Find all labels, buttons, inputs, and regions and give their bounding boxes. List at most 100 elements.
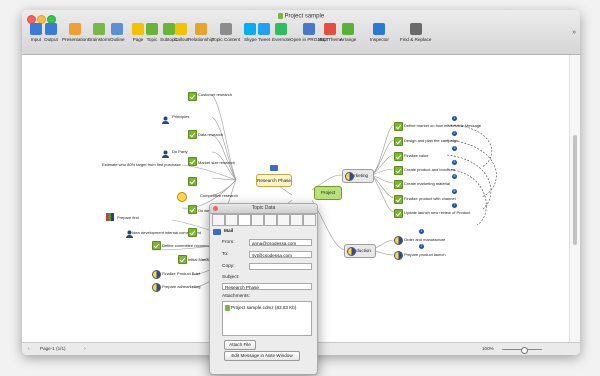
- from-field[interactable]: anna@csodessa.com: [249, 239, 312, 246]
- attachment-item[interactable]: Project sample.cdmz (83.83 Kb): [231, 305, 296, 310]
- priority-badge: 2: [452, 131, 457, 136]
- toolbar-topic-content-button[interactable]: Topic Content: [212, 23, 240, 42]
- toolbar-evernote-button[interactable]: Evernote: [272, 23, 290, 42]
- edit-message-button[interactable]: Edit Message in Note Window: [224, 351, 300, 361]
- chevron-right-icon[interactable]: ›: [84, 346, 86, 352]
- panel-titlebar: Topic Data: [210, 204, 317, 214]
- tab-hyperlink[interactable]: [251, 214, 264, 226]
- checkbox-icon[interactable]: [152, 241, 161, 250]
- toolbar-label: Relationship: [188, 37, 214, 42]
- tab-custom[interactable]: [290, 214, 303, 226]
- subtopic-research-3[interactable]: Do Party: [172, 149, 188, 154]
- toolbar-label: Find & Replace: [400, 37, 432, 42]
- to-field[interactable]: svt@csodessa.com: [249, 251, 312, 258]
- subtopic-production-0[interactable]: Order and manufacture: [404, 237, 445, 242]
- priority-badge: 5: [452, 174, 457, 179]
- double-chevron-right-icon[interactable]: »: [572, 29, 576, 36]
- subtopic-research-5[interactable]: Estimate who 80% target from first purch…: [102, 162, 181, 167]
- subtopic-lower-0[interactable]: Prepare first: [117, 215, 139, 220]
- checkbox-icon[interactable]: [394, 137, 403, 146]
- priority-badge: 4: [452, 160, 457, 165]
- chevron-left-icon[interactable]: ‹: [28, 346, 30, 352]
- checkbox-icon[interactable]: [394, 180, 403, 189]
- priority-badge: 1: [452, 116, 457, 121]
- document-icon: [277, 13, 283, 19]
- checkbox-icon[interactable]: [394, 166, 403, 175]
- tab-notes[interactable]: [212, 214, 225, 226]
- checkbox-icon[interactable]: [394, 195, 403, 204]
- progress-pie-icon: [394, 236, 403, 245]
- toolbar-presentation-button[interactable]: Presentation: [62, 23, 88, 42]
- subtopic-research-1[interactable]: Principles: [172, 114, 189, 119]
- toolbar-tweet-button[interactable]: Tweet: [258, 23, 270, 42]
- map-theme-icon: [324, 23, 337, 35]
- toolbar-map-theme-button[interactable]: Map Theme: [318, 23, 342, 42]
- arrange-icon: [342, 23, 355, 35]
- copy-field[interactable]: [249, 263, 312, 270]
- subtopic-research-2[interactable]: Data research: [198, 132, 223, 137]
- central-topic[interactable]: Project: [314, 186, 342, 200]
- toolbar-arrange-button[interactable]: Arrange: [340, 23, 356, 42]
- tab-attachments[interactable]: [264, 214, 277, 226]
- subtopic-research-4[interactable]: Market size research: [198, 160, 235, 165]
- checkbox-icon[interactable]: [188, 157, 197, 166]
- tab-task[interactable]: [238, 214, 251, 226]
- subtopic-marketing-2[interactable]: Finalize value: [404, 153, 428, 158]
- toolbar-output-button[interactable]: Output: [44, 23, 58, 42]
- checkbox-icon[interactable]: [394, 152, 403, 161]
- subtopic-research-0[interactable]: Customer research: [198, 92, 232, 97]
- toolbar-inspector-button[interactable]: Inspector: [370, 23, 389, 42]
- subtopic-marketing-3[interactable]: Create product and brochure: [404, 167, 455, 172]
- vertical-scrollbar[interactable]: [569, 55, 580, 342]
- checkbox-icon[interactable]: [188, 177, 197, 186]
- presentation-icon: [68, 23, 81, 35]
- toolbar-topic-button[interactable]: Topic: [146, 23, 158, 42]
- toolbar-page-button[interactable]: Page: [132, 23, 144, 42]
- checkbox-icon[interactable]: [188, 228, 197, 237]
- toolbar-relationship-button[interactable]: Relationship: [188, 23, 213, 42]
- checkbox-icon[interactable]: [188, 205, 197, 214]
- from-label: From:: [222, 240, 235, 245]
- subtopic-research-6[interactable]: Competitive research: [200, 193, 238, 198]
- toolbar-brainstorm-button[interactable]: Brainstorm: [88, 23, 110, 42]
- subtopic-production-1[interactable]: Prepare product launch: [404, 252, 446, 257]
- toolbar-skype-button[interactable]: Skype: [244, 23, 257, 42]
- brainstorm-icon: [93, 23, 106, 35]
- scrollbar-thumb[interactable]: [573, 135, 577, 245]
- main-topic-research[interactable]: Research Phase: [256, 174, 292, 187]
- zoom-slider-knob[interactable]: [521, 347, 528, 354]
- checkbox-icon[interactable]: [188, 130, 197, 139]
- subtopic-marketing-6[interactable]: Update launch new review of Product: [404, 210, 470, 215]
- tab-mail[interactable]: [277, 214, 290, 226]
- checkbox-icon[interactable]: [188, 92, 197, 101]
- subtopic-marketing-5[interactable]: Finalize product with channel: [404, 196, 456, 201]
- subject-field[interactable]: Research Phase: [222, 283, 312, 290]
- subtopic-marketing-1[interactable]: Design and plan the campaign: [404, 138, 458, 143]
- toolbar-find-replace-button[interactable]: Find & Replace: [400, 23, 431, 42]
- tab-resources[interactable]: [225, 214, 238, 226]
- priority-badge: 2: [419, 244, 424, 249]
- attachments-label: Attachments:: [222, 294, 250, 299]
- subtopic-lower-4[interactable]: Prepare ad/marketing: [162, 284, 200, 289]
- subtopic-marketing-0[interactable]: Define market on how marketable Message: [404, 123, 481, 128]
- checkbox-icon[interactable]: [394, 209, 403, 218]
- toolbar-callout-button[interactable]: Callout: [174, 23, 188, 42]
- subtopic-marketing-4[interactable]: Create marketing material: [404, 181, 450, 186]
- chart-icon: [106, 213, 114, 221]
- toolbar-input-button[interactable]: Input: [30, 23, 42, 42]
- checkbox-icon[interactable]: [394, 122, 403, 131]
- mail-icon: [213, 229, 221, 235]
- tab-link[interactable]: [303, 214, 316, 226]
- smiley-icon: [177, 192, 187, 202]
- checkbox-icon[interactable]: [178, 255, 187, 264]
- attachments-list[interactable]: Project sample.cdmz (83.83 Kb): [222, 301, 312, 336]
- close-panel-button[interactable]: [213, 206, 218, 211]
- person-icon: [162, 111, 169, 124]
- toolbar-label: Skype: [244, 37, 257, 42]
- attach-file-button[interactable]: Attach File: [224, 340, 256, 350]
- toolbar-outline-button[interactable]: Outline: [110, 23, 125, 42]
- subtopic-lower-3[interactable]: Finalize Product Brief: [162, 271, 200, 276]
- copy-label: Copy:: [222, 264, 235, 269]
- zoom-level[interactable]: 100%: [482, 346, 494, 351]
- page-indicator[interactable]: Page-1 (1/1): [40, 346, 66, 351]
